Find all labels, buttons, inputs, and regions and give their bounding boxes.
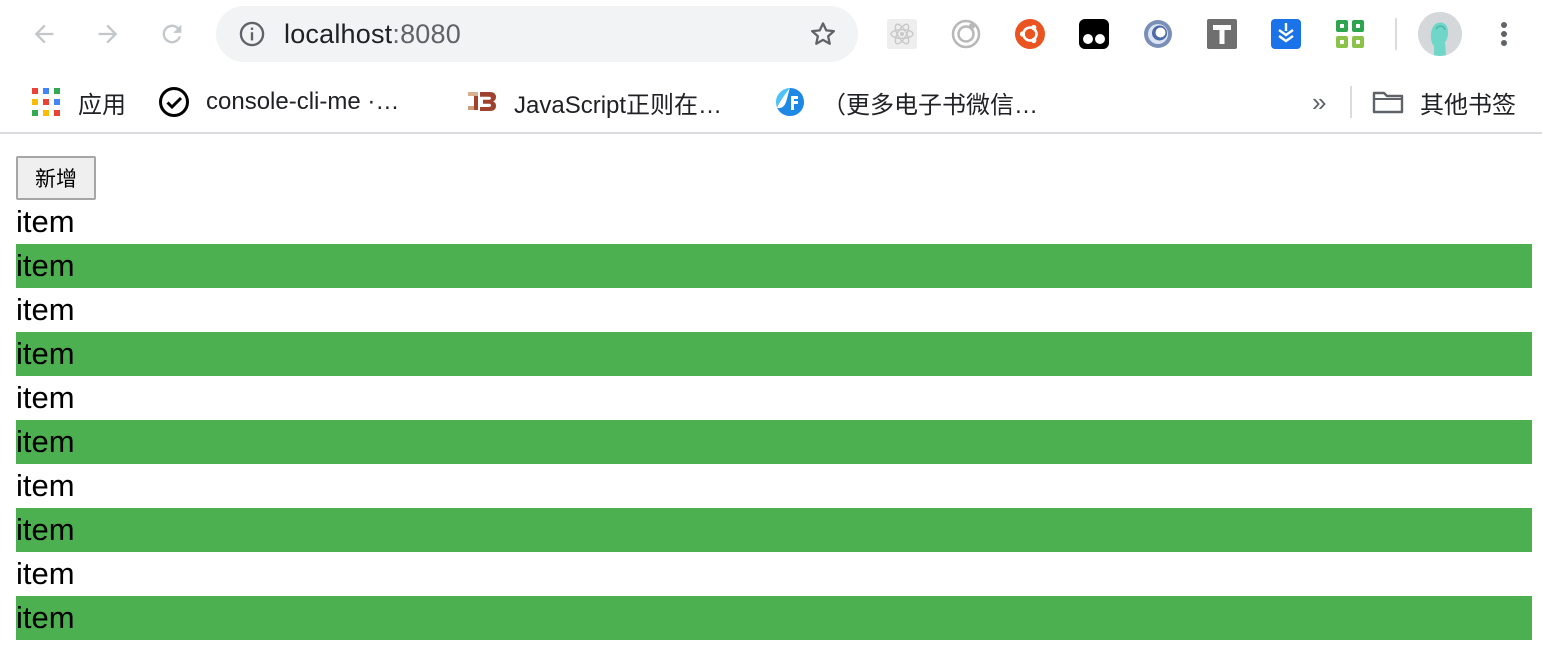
reload-icon bbox=[162, 24, 182, 44]
bookmark-apps-label: 应用 bbox=[78, 91, 126, 119]
browser-toolbar: localhost:8080 bbox=[0, 0, 1542, 70]
list-item: item bbox=[16, 596, 1532, 640]
reload-button[interactable] bbox=[152, 14, 192, 54]
bookmarks-overflow-button[interactable]: » bbox=[1312, 84, 1326, 120]
list-item: item bbox=[16, 556, 75, 591]
bookmark-item[interactable]: console-cli-me ·… bbox=[158, 84, 399, 120]
add-button[interactable]: 新增 bbox=[16, 156, 96, 200]
apps-grid-icon bbox=[32, 88, 60, 116]
url-text[interactable]: localhost:8080 bbox=[284, 18, 461, 50]
list-item: item bbox=[16, 468, 75, 503]
bookmark-apps[interactable]: 应用 bbox=[30, 84, 126, 120]
arrow-right-icon bbox=[98, 24, 118, 44]
grid-app-icon[interactable] bbox=[1333, 17, 1367, 51]
bookmark-item[interactable]: JavaScript正则在… bbox=[466, 84, 722, 120]
info-icon[interactable] bbox=[238, 20, 266, 48]
ring-icon[interactable] bbox=[1141, 17, 1175, 51]
profile-icon bbox=[1418, 12, 1462, 56]
address-bar[interactable]: localhost:8080 bbox=[216, 6, 858, 62]
bookmark-other-folder[interactable]: 其他书签 bbox=[1372, 84, 1516, 120]
bookmark-label: console-cli-me ·… bbox=[206, 88, 400, 115]
list-item: item bbox=[16, 204, 75, 239]
url-host: localhost bbox=[284, 19, 393, 49]
list-item: item bbox=[16, 380, 75, 415]
url-port: :8080 bbox=[392, 19, 461, 49]
ubuntu-icon[interactable] bbox=[1013, 17, 1047, 51]
bookmark-star-icon[interactable] bbox=[808, 19, 838, 49]
toolbar-divider bbox=[1395, 18, 1397, 50]
download-icon[interactable] bbox=[1269, 17, 1303, 51]
page-content: 新增 item item item item item item item it… bbox=[0, 136, 1542, 672]
list-item: item bbox=[16, 244, 1532, 288]
forward-button[interactable] bbox=[88, 14, 128, 54]
t-letter-icon[interactable] bbox=[1205, 17, 1239, 51]
f-logo-icon bbox=[776, 88, 804, 116]
target-icon[interactable] bbox=[949, 17, 983, 51]
tampermonkey-icon[interactable] bbox=[1077, 17, 1111, 51]
check-circle-icon bbox=[159, 87, 189, 117]
profile-avatar[interactable] bbox=[1418, 12, 1462, 56]
list-item: item bbox=[16, 508, 1532, 552]
list-item: item bbox=[16, 332, 1532, 376]
menu-kebab-icon[interactable] bbox=[1490, 18, 1518, 50]
list-item: item bbox=[16, 292, 75, 327]
bookmark-other-label: 其他书签 bbox=[1420, 91, 1516, 119]
back-button[interactable] bbox=[24, 14, 64, 54]
item-list: item item item item item item item item … bbox=[16, 200, 1532, 640]
jb-logo-icon bbox=[468, 92, 496, 111]
list-item: item bbox=[16, 420, 1532, 464]
arrow-left-icon bbox=[34, 24, 54, 44]
folder-icon bbox=[1372, 91, 1404, 114]
bookmark-label: JavaScript正则在… bbox=[514, 91, 723, 119]
bookmarks-divider bbox=[1350, 86, 1352, 118]
bookmark-label: （更多电子书微信… bbox=[822, 91, 1038, 119]
bookmark-item[interactable]: （更多电子书微信… bbox=[774, 84, 1038, 120]
react-devtools-icon[interactable] bbox=[885, 17, 919, 51]
bookmarks-bar: 应用 console-cli-me ·… JavaScript正则在… （更多电… bbox=[0, 70, 1542, 134]
